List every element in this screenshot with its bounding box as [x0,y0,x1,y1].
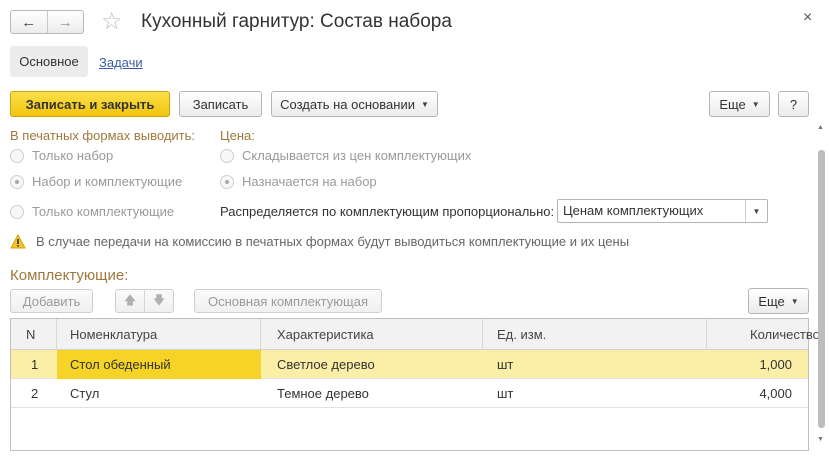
create-based-on-button[interactable]: Создать на основании ▼ [271,91,438,117]
radio-selected-icon [220,174,234,189]
print-option-set-only[interactable]: Только набор [10,148,113,163]
more-label: Еще [758,293,785,309]
warning-icon [10,234,26,249]
chevron-down-icon: ▼ [790,296,799,306]
chevron-down-icon: ▼ [420,99,429,109]
add-button[interactable]: Добавить [10,289,93,313]
warning-text: В случае передачи на комиссию в печатных… [36,234,630,249]
help-button[interactable]: ? [778,91,809,117]
history-nav: ← → [10,10,84,34]
print-option-set-and-components[interactable]: Набор и комплектующие [10,174,182,189]
column-header-n[interactable]: N [11,319,57,350]
radio-selected-icon [10,174,24,189]
arrow-down-icon[interactable]: 🡇 [144,290,173,312]
cell-qty[interactable]: 1,000 [707,350,808,379]
chevron-down-icon[interactable]: ▼ [745,200,767,222]
radio-icon [220,148,234,163]
tab-tasks[interactable]: Задачи [99,55,143,70]
column-header-characteristic[interactable]: Характеристика [261,319,483,350]
forward-arrow-icon[interactable]: → [46,11,84,33]
back-arrow-icon[interactable]: ← [11,11,47,33]
option-label: Только комплектующие [32,204,175,219]
print-forms-label: В печатных формах выводить: [10,128,196,143]
option-label: Складывается из цен комплектующих [242,148,472,163]
column-header-qty[interactable]: Количество [707,319,820,350]
distribution-label: Распределяется по комплектующим пропорци… [220,204,555,219]
scrollbar-thumb[interactable] [818,150,825,428]
favorite-star-icon[interactable]: ☆ [101,9,123,35]
price-label: Цена: [220,128,255,143]
option-label: Набор и комплектующие [32,174,183,189]
close-icon[interactable]: × [803,9,812,27]
scroll-down-icon[interactable]: ▼ [817,436,824,443]
radio-icon [10,148,24,163]
save-and-close-button[interactable]: Записать и закрыть [10,91,170,117]
components-title: Комплектующие: [10,267,129,284]
chevron-down-icon: ▼ [751,99,760,109]
cell-item[interactable]: Стол обеденный [57,350,261,379]
cell-unit[interactable]: шт [483,379,707,408]
distribution-value: Ценам комплектующих [563,203,704,218]
table-row[interactable]: 2 Стул Темное дерево шт 4,000 [11,379,808,408]
page-title: Кухонный гарнитур: Состав набора [141,11,452,32]
components-table: N Номенклатура Характеристика Ед. изм. К… [10,318,820,451]
save-button[interactable]: Записать [179,91,262,117]
main-component-button[interactable]: Основная комплектующая [194,289,382,313]
cell-n: 2 [31,386,39,401]
print-option-components-only[interactable]: Только комплектующие [10,204,174,219]
arrow-up-icon[interactable]: 🡅 [116,290,144,312]
option-label: Назначается на набор [242,174,377,189]
option-label: Только набор [32,148,114,163]
cell-n: 1 [31,357,39,372]
tab-main[interactable]: Основное [10,46,88,77]
table-row[interactable]: 1 Стол обеденный Светлое дерево шт 1,000 [11,350,808,379]
cell-item[interactable]: Стул [57,379,261,408]
more-button[interactable]: Еще ▼ [709,91,770,117]
price-option-sum-components[interactable]: Складывается из цен комплектующих [220,148,471,163]
cell-characteristic[interactable]: Светлое дерево [261,350,483,379]
cell-unit[interactable]: шт [483,350,707,379]
create-based-on-label: Создать на основании [280,96,415,112]
table-header: N Номенклатура Характеристика Ед. изм. К… [11,319,820,350]
cell-characteristic[interactable]: Темное дерево [261,379,483,408]
more-label: Еще [719,96,746,112]
column-header-unit[interactable]: Ед. изм. [483,319,707,350]
cell-qty[interactable]: 4,000 [707,379,808,408]
price-option-assigned-to-set[interactable]: Назначается на набор [220,174,377,189]
distribution-select[interactable]: Ценам комплектующих ▼ [557,199,768,223]
column-header-item[interactable]: Номенклатура [57,319,261,350]
scroll-up-icon[interactable]: ▲ [817,124,824,131]
radio-icon [10,204,24,219]
move-buttons: 🡅 🡇 [115,289,174,313]
table-more-button[interactable]: Еще ▼ [748,288,809,314]
